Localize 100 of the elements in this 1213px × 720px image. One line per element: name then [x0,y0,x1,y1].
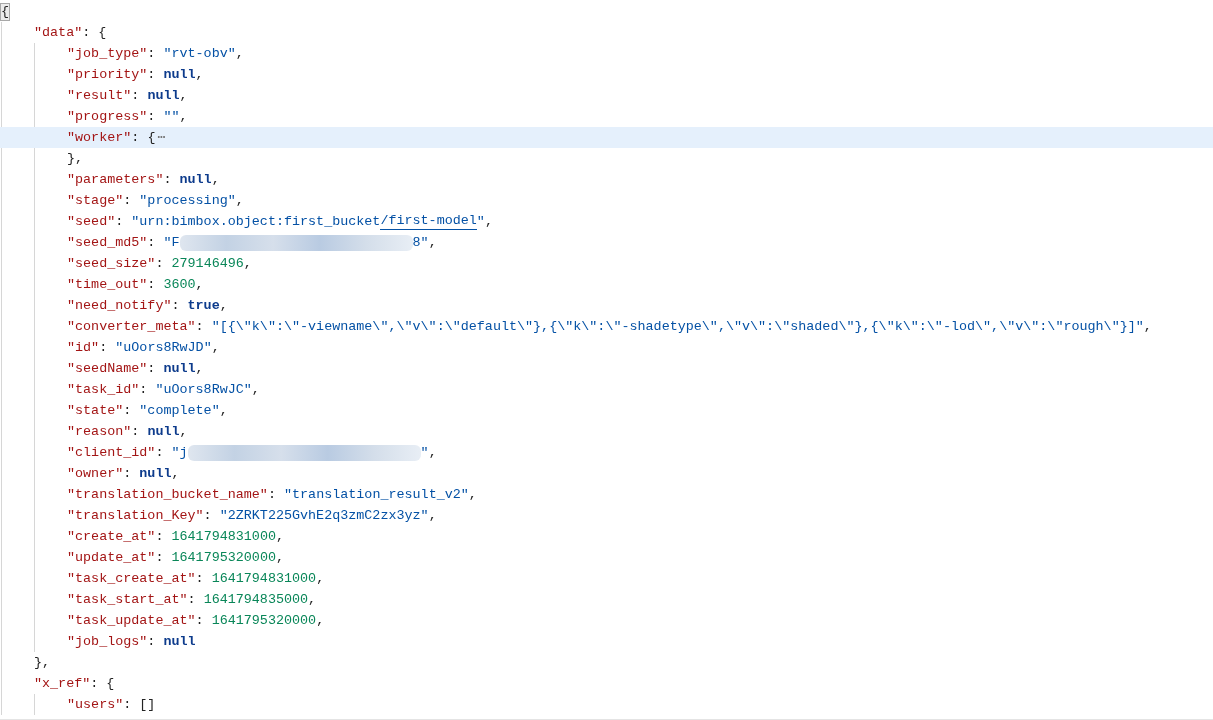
punctuation: , [243,255,252,273]
punctuation: , [316,570,325,588]
punctuation: , [428,444,437,462]
string-value: "rvt-obv" [163,45,236,63]
json-key: "client_id" [67,442,156,463]
punctuation: : [131,87,140,105]
punctuation: , [316,612,325,630]
punctuation: , [275,528,284,546]
string-value: " [476,213,485,231]
json-key: "parameters" [67,169,164,190]
punctuation: , [428,234,437,252]
punctuation: : [131,129,140,147]
punctuation: : [123,402,132,420]
punctuation: , [219,402,228,420]
punctuation: , [275,549,284,567]
number-value: 279146496 [171,255,244,273]
punctuation: : [123,192,132,210]
string-value: "complete" [139,402,220,420]
json-key: "x_ref" [34,673,91,694]
json-key: "translation_bucket_name" [67,484,268,505]
string-value: "translation_result_v2" [284,486,469,504]
json-key: "seed_size" [67,253,156,274]
json-key: "need_notify" [67,295,172,316]
punctuation: : [147,234,156,252]
number-value: 1641794831000 [171,528,276,546]
punctuation: : [155,255,164,273]
string-value: "urn:bimbox.object:first_bucket [131,213,381,231]
punctuation: , [1143,318,1152,336]
json-key: "job_type" [67,43,148,64]
json-key: "stage" [67,190,124,211]
punctuation: , [179,87,188,105]
literal-value: true [187,297,220,315]
punctuation: , [308,591,317,609]
punctuation: : [123,696,132,714]
json-key: "priority" [67,64,148,85]
punctuation: , [251,381,260,399]
string-value: "F [163,234,180,252]
json-key: "seed" [67,211,116,232]
json-key: "owner" [67,463,124,484]
punctuation: , [195,276,204,294]
json-key: "create_at" [67,526,156,547]
punctuation: , [235,192,244,210]
literal-value: null [147,423,180,441]
literal-value: null [163,633,196,651]
punctuation: , [484,213,493,231]
json-key: "task_start_at" [67,589,188,610]
punctuation: : [147,66,156,84]
string-value: "2ZRKT225GvhE2q3zmC2zx3yz" [219,507,429,525]
punctuation: { [106,675,115,693]
json-key: "progress" [67,106,148,127]
json-key: "job_logs" [67,631,148,652]
punctuation: : [195,570,204,588]
string-value: " [420,444,429,462]
punctuation: : [99,339,108,357]
number-value: 3600 [163,276,196,294]
string-value: "processing" [139,192,236,210]
punctuation: : [147,108,156,126]
punctuation: , [468,486,477,504]
punctuation: : [147,360,156,378]
punctuation: : [195,612,204,630]
string-value: "j [171,444,188,462]
string-value: 8" [412,234,429,252]
punctuation: : [155,528,164,546]
json-key: "result" [67,85,132,106]
punctuation: : [82,24,91,42]
punctuation: : [195,318,204,336]
punctuation: : [203,507,212,525]
punctuation: , [195,360,204,378]
json-key: "reason" [67,421,132,442]
punctuation: : [267,486,276,504]
json-key: "seed_md5" [67,232,148,253]
json-key: "time_out" [67,274,148,295]
link[interactable]: /first-model [380,213,477,230]
json-key: "task_update_at" [67,610,196,631]
fold-marker[interactable]: ⋯ [157,127,166,148]
punctuation: , [428,507,437,525]
punctuation: { [98,24,107,42]
punctuation: : [163,171,172,189]
json-key: "id" [67,337,100,358]
punctuation: : [147,633,156,651]
number-value: 1641794831000 [211,570,317,588]
json-key: "seedName" [67,358,148,379]
json-key: "users" [67,694,124,715]
punctuation: , [211,339,220,357]
punctuation: : [155,444,164,462]
punctuation: : [171,297,180,315]
punctuation: , [195,66,204,84]
punctuation: , [171,465,180,483]
punctuation: : [187,591,196,609]
literal-value: null [179,171,212,189]
json-key: "update_at" [67,547,156,568]
string-value: "" [163,108,180,126]
literal-value: null [147,87,180,105]
json-key: "worker" [67,127,132,148]
punctuation: , [211,171,220,189]
punctuation: : [155,549,164,567]
punctuation: , [179,108,188,126]
string-value: "uOors8RwJD" [115,339,212,357]
json-key: "state" [67,400,124,421]
punctuation: : [90,675,99,693]
